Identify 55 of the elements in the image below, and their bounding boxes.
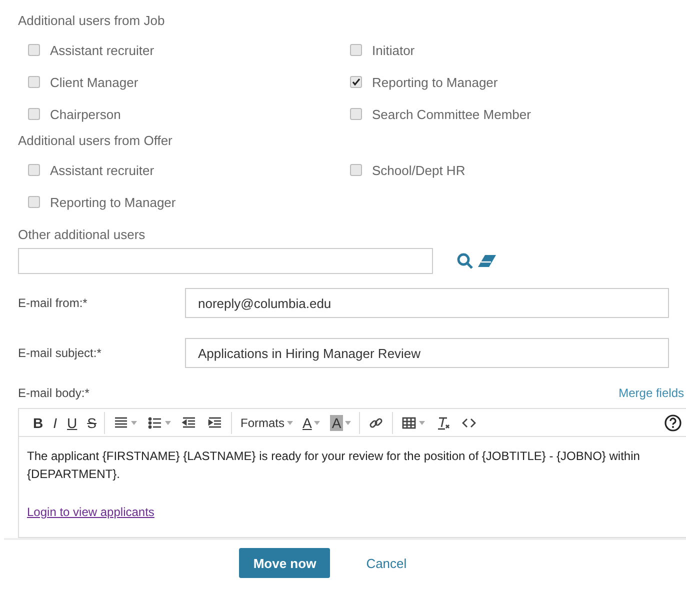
checkbox-option[interactable]: Chairperson	[28, 98, 350, 130]
clear-format-icon[interactable]	[435, 414, 452, 430]
caret-icon	[165, 420, 172, 424]
caret-icon	[131, 420, 138, 424]
checkbox[interactable]	[350, 76, 362, 88]
eraser-icon[interactable]	[477, 254, 497, 268]
cancel-button[interactable]: Cancel	[352, 548, 421, 578]
help-icon[interactable]	[664, 414, 682, 432]
caret-icon	[314, 420, 320, 424]
checkbox[interactable]	[28, 76, 40, 88]
checkbox-option[interactable]: Assistant recruiter	[28, 34, 350, 66]
body-paragraph: The applicant {FIRSTNAME} {LASTNAME} is ready for your review for the position of {JOBTITLE} - {JOBNO} within {DEPARTMENT}.	[27, 448, 641, 483]
text-color-button[interactable]: A	[298, 412, 325, 434]
users-input[interactable]	[18, 248, 433, 274]
search-icon[interactable]	[456, 252, 474, 270]
format-button[interactable]: B	[28, 412, 48, 434]
checkbox[interactable]	[350, 108, 362, 120]
merge-fields-link[interactable]: Merge fields	[618, 386, 684, 400]
checkbox-option[interactable]: Reporting to Manager	[350, 66, 686, 98]
format-button[interactable]: U	[62, 412, 82, 434]
caret-icon	[419, 420, 426, 424]
checkbox[interactable]	[28, 164, 40, 176]
caret-icon	[345, 420, 352, 424]
text-field[interactable]: noreply@columbia.edu	[185, 288, 669, 318]
checkbox[interactable]	[28, 196, 40, 208]
indent-icon[interactable]	[207, 414, 224, 430]
align-icon[interactable]	[113, 414, 130, 430]
format-button[interactable]: S	[82, 412, 102, 434]
checkbox-option[interactable]: Search Committee Member	[350, 98, 686, 130]
field-label: E-mail body:*	[18, 386, 90, 400]
checkbox-option[interactable]: Assistant recruiter	[28, 154, 350, 186]
outdent-icon[interactable]	[181, 414, 198, 430]
background-color-button[interactable]: A	[324, 412, 356, 434]
rich-text-editor[interactable]: B I U S Formats A A The applicant {FIRSTNAME} {LASTNAME} is ready for your review for the position of {JOBTITLE} - {JOBNO} within {DEPARTMENT}. Login to view applicants	[18, 408, 686, 538]
field-label: E-mail subject:*	[18, 346, 102, 360]
list-icon[interactable]	[147, 414, 164, 430]
field-label: Other additional users	[18, 226, 146, 244]
checkbox-option[interactable]: Reporting to Manager	[28, 186, 350, 218]
section-heading: Additional users from Offer	[18, 132, 174, 150]
checkbox-option[interactable]: Client Manager	[28, 66, 350, 98]
field-label: E-mail from:*	[18, 296, 88, 310]
checkbox-option[interactable]: School/Dept HR	[350, 154, 686, 186]
checkbox-option[interactable]: Initiator	[350, 34, 686, 66]
format-button[interactable]: I	[48, 412, 62, 434]
formats-dropdown[interactable]: Formats	[235, 412, 298, 434]
table-icon[interactable]	[401, 414, 418, 430]
checkbox[interactable]	[350, 44, 362, 56]
checkbox[interactable]	[28, 108, 40, 120]
section-heading: Additional users from Job	[18, 12, 166, 30]
checkbox[interactable]	[28, 44, 40, 56]
applicants-link[interactable]: Login to view applicants	[27, 503, 154, 521]
checkbox[interactable]	[350, 164, 362, 176]
caret-icon	[286, 420, 292, 424]
text-field[interactable]: Applications in Hiring Manager Review	[185, 338, 669, 368]
move-now-button[interactable]: Move now	[239, 548, 330, 578]
